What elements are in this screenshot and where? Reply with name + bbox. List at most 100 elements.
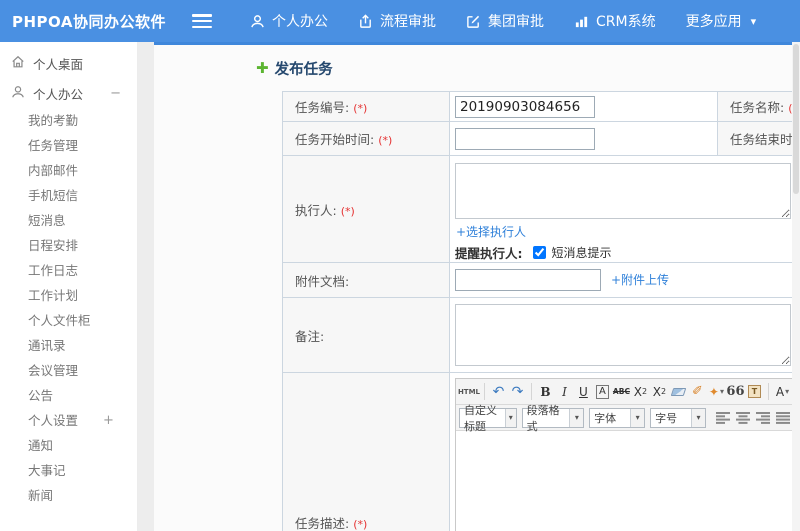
vertical-scrollbar[interactable] <box>792 42 800 531</box>
plus-icon: ✚ <box>256 59 269 77</box>
sidebar-item-mobile-sms[interactable]: 手机短信 <box>0 183 137 208</box>
sidebar-item-announcement[interactable]: 公告 <box>0 383 137 408</box>
nav-item-label: 个人办公 <box>272 14 328 30</box>
align-center-icon[interactable] <box>735 409 751 427</box>
nav-item-label: 集团审批 <box>488 14 544 30</box>
align-justify-icon[interactable] <box>775 409 791 427</box>
sidebar-item-short-message[interactable]: 短消息 <box>0 208 137 233</box>
sidebar-item-milestones[interactable]: 大事记 <box>0 458 137 483</box>
alignment-group <box>715 409 791 427</box>
sidebar-item-desktop[interactable]: 个人桌面 <box>0 48 137 78</box>
strikethrough-button[interactable]: ABC <box>613 382 630 402</box>
choose-executor-link[interactable]: +选择执行人 <box>456 225 526 239</box>
sidebar-item-file-cabinet[interactable]: 个人文件柜 <box>0 308 137 333</box>
sms-remind-label: 短消息提示 <box>551 246 612 260</box>
redo-icon[interactable]: ↷ <box>509 382 526 402</box>
underline-button[interactable]: U <box>575 382 592 402</box>
bold-button[interactable]: B <box>537 382 554 402</box>
sidebar-item-label: 个人办公 <box>33 86 84 102</box>
table-row: 任务编号:(*) 任务名称:(*) <box>282 91 800 122</box>
nav-item-label: CRM系统 <box>596 14 656 30</box>
html-source-button[interactable]: HTML <box>458 382 480 402</box>
editor-content-area[interactable] <box>456 431 794 531</box>
nav-item-process-approval[interactable]: 流程审批 <box>358 11 436 31</box>
nav-item-label: 流程审批 <box>380 14 436 30</box>
sidebar-item-personal-office[interactable]: 个人办公 − <box>0 78 137 108</box>
sidebar-item-news[interactable]: 新闻 <box>0 483 137 508</box>
sidebar-item-work-log[interactable]: 工作日志 <box>0 258 137 283</box>
task-name-label: 任务名称:(*) <box>717 91 800 122</box>
editor-toolbar-row2: 自定义标题 ▾ 段落格式 ▾ 字体 ▾ 字号 ▾ <box>456 404 794 433</box>
superscript-button[interactable]: X2 <box>632 382 649 402</box>
undo-icon[interactable]: ↶ <box>490 382 507 402</box>
sidebar-item-label: 个人桌面 <box>33 56 84 72</box>
rich-text-editor: HTML ↶ ↷ B I U A ABC X2 X 2 ✐ ✦ ▾ 66 T A… <box>455 378 795 531</box>
remark-cell <box>449 297 800 373</box>
edit-square-icon <box>466 14 481 29</box>
subscript-button[interactable]: X2 <box>651 382 668 402</box>
start-time-input[interactable] <box>455 127 595 150</box>
sidebar-item-personal-settings[interactable]: 个人设置 + <box>0 408 137 433</box>
nav-item-personal-office[interactable]: 个人办公 <box>250 11 328 31</box>
start-time-label: 任务开始时间: (*) <box>282 121 450 156</box>
attachment-input[interactable] <box>455 269 601 291</box>
table-row: 任务描述: (*) HTML ↶ ↷ B I U A ABC X 2 X 2 ✐… <box>282 372 800 531</box>
sidebar-item-task-management[interactable]: 任务管理 <box>0 133 137 158</box>
collapse-icon[interactable]: − <box>110 86 121 101</box>
paragraph-format-select[interactable]: 段落格式 ▾ <box>521 404 585 433</box>
italic-button[interactable]: I <box>556 382 573 402</box>
bar-chart-icon <box>574 14 589 29</box>
nav-item-more-apps[interactable]: 更多应用 ▾ <box>686 11 757 31</box>
remark-textarea[interactable] <box>455 304 791 366</box>
sidebar-item-schedule[interactable]: 日程安排 <box>0 233 137 258</box>
executor-label: 执行人: (*) <box>282 155 450 263</box>
custom-heading-select[interactable]: 自定义标题 ▾ <box>459 404 517 433</box>
menu-toggle-icon[interactable] <box>192 14 212 28</box>
sms-remind-checkbox[interactable] <box>532 246 546 259</box>
user-icon <box>250 14 265 29</box>
publish-task-form: 任务编号:(*) 任务名称:(*) 任务开始时间:(*) 任务结束时间:(*) <box>282 91 800 531</box>
nav-item-label: 更多应用 <box>685 14 742 30</box>
sidebar-item-internal-mail[interactable]: 内部邮件 <box>0 158 137 183</box>
sidebar-item-work-plan[interactable]: 工作计划 <box>0 283 137 308</box>
font-color-button[interactable]: A ▾ <box>774 382 791 402</box>
caret-down-icon: ▾ <box>569 408 584 427</box>
table-row: 任务开始时间:(*) 任务结束时间:(*) <box>282 121 800 156</box>
end-time-label: 任务结束时间:(*) <box>717 121 800 156</box>
nav-item-crm[interactable]: CRM系统 <box>574 11 656 31</box>
sidebar-item-notice[interactable]: 通知 <box>0 433 137 458</box>
scrollbar-thumb[interactable] <box>793 44 799 194</box>
table-row: 备注: <box>282 297 800 373</box>
nav-menu: 个人办公 流程审批 集团审批 CRM系统 更多应用 ▾ <box>250 11 756 31</box>
caret-down-icon: ▾ <box>691 408 705 427</box>
eraser-icon[interactable] <box>670 382 687 402</box>
executor-cell: +选择执行人 提醒执行人: 短消息提示 <box>449 155 800 263</box>
editor-toolbar-row1: HTML ↶ ↷ B I U A ABC X2 X 2 ✐ ✦ ▾ 66 T A… <box>456 379 794 405</box>
task-no-input[interactable] <box>455 95 595 118</box>
border-text-button[interactable]: A <box>594 382 611 402</box>
table-row: 执行人: (*) +选择执行人 提醒执行人: 短消息提示 <box>282 155 800 263</box>
caret-down-icon: ▾ <box>719 387 724 396</box>
nav-item-group-approval[interactable]: 集团审批 <box>466 11 544 31</box>
blockquote-button[interactable]: 66 <box>726 382 744 402</box>
sidebar-item-attendance[interactable]: 我的考勤 <box>0 108 137 133</box>
app-logo: PHPOA协同办公软件 <box>12 12 166 31</box>
expand-icon[interactable]: + <box>103 408 114 433</box>
sidebar-item-meeting[interactable]: 会议管理 <box>0 358 137 383</box>
executor-textarea[interactable] <box>455 163 791 219</box>
user-icon <box>11 85 25 102</box>
autoformat-wand-icon[interactable]: ✦ ▾ <box>708 382 725 402</box>
paste-as-text-icon[interactable]: T <box>746 382 763 402</box>
sidebar-item-contacts[interactable]: 通讯录 <box>0 333 137 358</box>
home-icon <box>11 55 25 72</box>
align-left-icon[interactable] <box>715 409 731 427</box>
align-right-icon[interactable] <box>755 409 771 427</box>
format-brush-icon[interactable]: ✐ <box>689 382 706 402</box>
content-panel: ✚ 发布任务 任务编号:(*) 任务名称:(*) 任务开始时间:(*) <box>154 42 800 531</box>
font-size-select[interactable]: 字号 ▾ <box>650 407 706 428</box>
caret-down-icon: ▾ <box>750 14 757 28</box>
attachment-upload-link[interactable]: +附件上传 <box>611 273 669 287</box>
attachment-cell: +附件上传 <box>449 262 800 298</box>
font-family-select[interactable]: 字体 ▾ <box>589 407 646 428</box>
task-no-cell <box>449 91 718 122</box>
